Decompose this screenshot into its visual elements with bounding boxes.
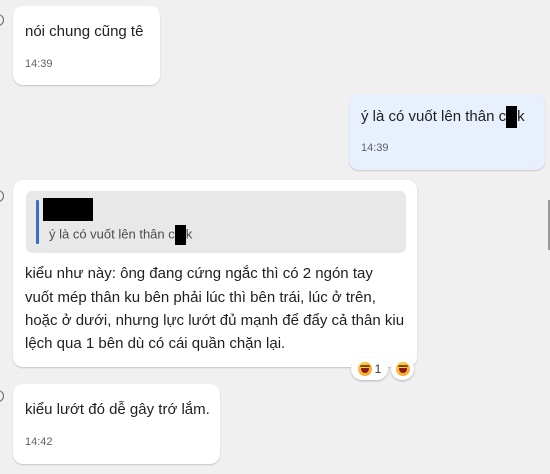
laughing-face-icon [395,362,410,376]
quoted-sender-redaction [43,198,93,221]
message-timestamp: 14:39 [25,58,53,70]
message-bubble-incoming[interactable]: nói chung cũng tê 14:39 [13,6,160,85]
message-text: ý là có vuốt lên thân c k [361,105,525,129]
message-line: kiểu như này: ông đang cứng ngắc thì có … [25,265,373,282]
message-bubble-outgoing[interactable]: ý là có vuốt lên thân c k 14:39 [349,94,545,170]
sender-avatar-edge [0,190,4,202]
quote-accent-bar [36,200,39,244]
message-text: nói chung cũng tê [25,23,144,40]
message-text-part: k [517,108,525,125]
redaction-box [506,106,518,129]
redaction-box [174,225,186,245]
quoted-text-part: k [185,226,193,242]
sender-avatar-edge [0,14,4,26]
add-reaction-chip[interactable] [391,358,414,380]
message-text-part: ý là có vuốt lên thân c [361,108,507,125]
quoted-text-part: ý là có vuốt lên thân c [49,226,175,242]
reaction-count: 1 [374,362,382,376]
message-line: lệch qua 1 bên dù có cái quần chặn lại. [25,335,286,352]
message-line: hoặc ở dưới, nhưng lực lướt đủ mạnh để đ… [25,312,405,329]
laughing-face-icon [357,362,372,376]
quoted-reply[interactable]: ý là có vuốt lên thân c k [26,191,406,253]
message-timestamp: 14:39 [361,142,389,154]
sender-avatar-edge [0,390,4,402]
quoted-text: ý là có vuốt lên thân c k [49,225,192,245]
reaction-chip[interactable]: 1 [351,358,388,380]
message-bubble-incoming[interactable]: kiểu lướt đó dễ gây trớ lắm. 14:42 [13,384,220,464]
message-line: vuốt mép thân ku bên phải lúc thì bên tr… [25,289,376,306]
message-timestamp: 14:42 [25,436,53,448]
message-text: kiểu lướt đó dễ gây trớ lắm. [25,401,210,418]
